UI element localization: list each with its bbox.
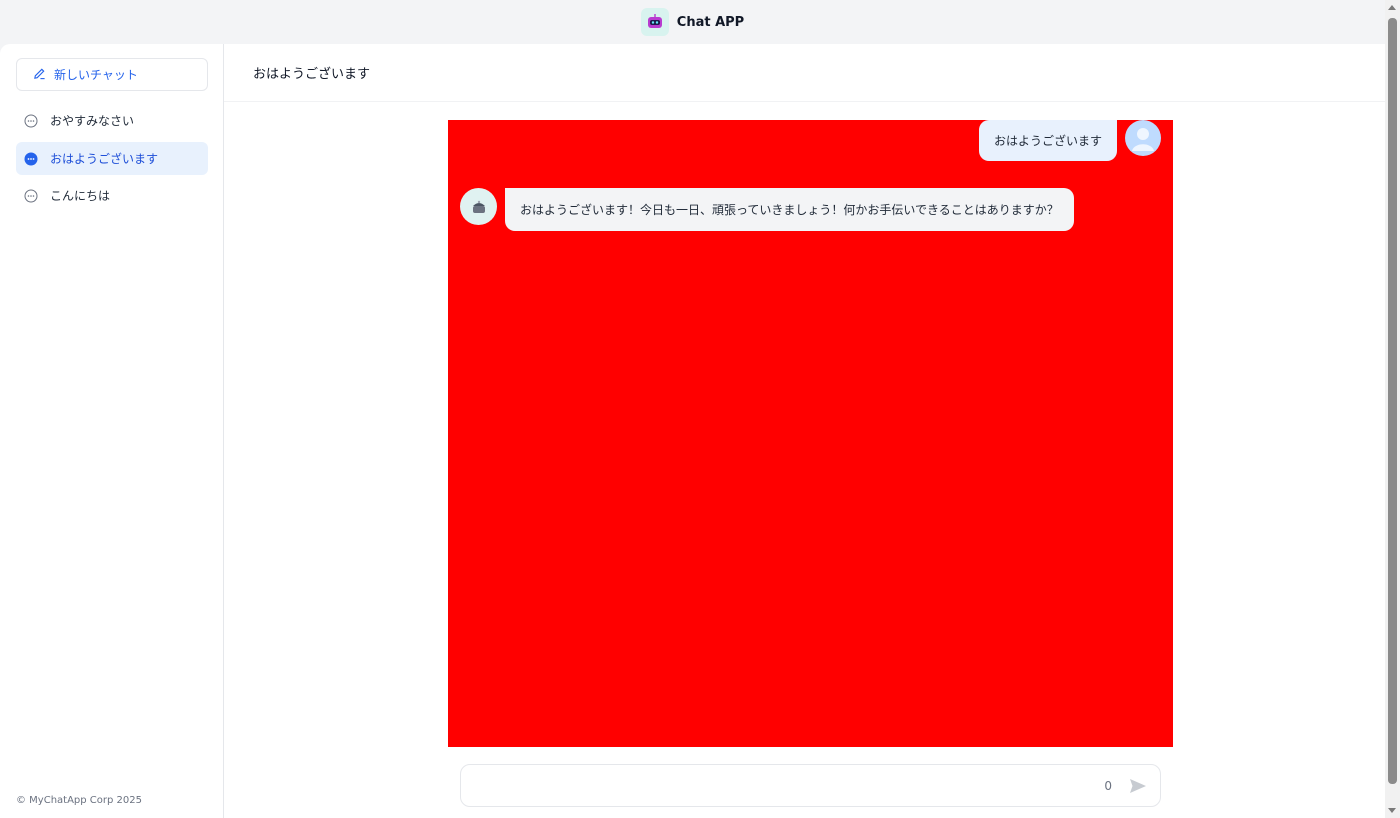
user-message: おはようございます [978,120,1161,161]
chat-bubble-icon [24,189,38,203]
robot-icon [640,8,669,36]
scroll-thumb[interactable] [1388,18,1397,784]
conversation-label: おはようございます [50,152,159,166]
scroll-down-icon[interactable] [1388,808,1396,813]
character-count: 0 [1104,778,1112,793]
chat-main: おはようございます おはようございます おはようございます！今日も一日、頑張って… [224,44,1385,818]
message-input[interactable] [475,778,1105,793]
app-header: Chat APP [0,0,1385,44]
chat-bubble-icon [24,114,38,128]
conversation-title: おはようございます [224,44,1385,102]
scroll-up-icon[interactable] [1388,5,1396,10]
message-composer: 0 [460,764,1161,807]
conversation-label: こんにちは [50,189,111,203]
sidebar: 新しいチャット おやすみなさい おはようございます こんにちは © MyChat… [0,44,224,818]
copyright-footer: © MyChatApp Corp 2025 [16,795,142,806]
chat-bubble-icon [24,152,38,166]
user-avatar-icon [1125,120,1161,156]
page-scrollbar[interactable] [1385,0,1400,818]
bot-avatar-icon [460,188,497,225]
new-chat-label: 新しいチャット [54,68,138,82]
conversation-item-active[interactable]: おはようございます [16,142,208,175]
assistant-message-bubble: おはようございます！今日も一日、頑張っていきましょう！何かお手伝いできることはあ… [505,188,1074,231]
conversation-item[interactable]: おやすみなさい [16,104,208,137]
send-icon[interactable] [1128,776,1148,796]
user-message-bubble: おはようございます [978,120,1117,161]
new-chat-button[interactable]: 新しいチャット [16,58,208,91]
assistant-message: おはようございます！今日も一日、頑張っていきましょう！何かお手伝いできることはあ… [460,188,1074,231]
conversation-item[interactable]: こんにちは [16,179,208,212]
message-list[interactable]: おはようございます おはようございます！今日も一日、頑張っていきましょう！何かお… [448,120,1173,747]
app-title: Chat APP [676,14,745,30]
edit-icon [33,67,46,83]
conversation-label: おやすみなさい [50,114,135,128]
